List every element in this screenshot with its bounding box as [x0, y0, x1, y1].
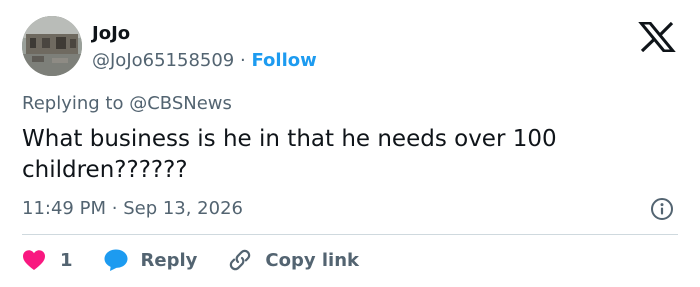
avatar[interactable] [22, 16, 82, 76]
timestamp-separator: · [111, 198, 118, 219]
handle-separator: · [240, 50, 246, 71]
reply-context: Replying to @CBSNews [22, 92, 232, 116]
follow-button[interactable]: Follow [251, 50, 316, 71]
tweet-date: Sep 13, 2026 [123, 198, 243, 219]
divider [22, 234, 678, 235]
link-icon [227, 247, 253, 273]
copy-link-button[interactable]: Copy link [227, 247, 359, 273]
reply-label: Reply [140, 249, 198, 271]
action-bar: 1 Reply Copy link [22, 245, 359, 275]
avatar-image [22, 16, 82, 76]
reply-button[interactable]: Reply [103, 248, 198, 272]
author-handle[interactable]: @JoJo65158509 [92, 50, 234, 71]
copy-link-label: Copy link [265, 249, 359, 271]
like-button[interactable]: 1 [22, 249, 73, 271]
tweet-timestamp[interactable]: 11:49 PM · Sep 13, 2026 [22, 196, 243, 222]
info-icon[interactable] [650, 197, 674, 221]
like-count: 1 [60, 249, 73, 271]
reply-bubble-icon [103, 248, 129, 272]
tweet-time: 11:49 PM [22, 198, 106, 219]
x-logo-icon[interactable] [637, 21, 677, 53]
tweet-text: What business is he in that he needs ove… [22, 126, 557, 183]
author-display-name[interactable]: JoJo [92, 22, 317, 46]
author-handle-row: @JoJo65158509 · Follow [92, 48, 317, 74]
reply-context-prefix: Replying to [22, 93, 124, 114]
author-block: JoJo @JoJo65158509 · Follow [92, 22, 317, 74]
reply-context-mention[interactable]: @CBSNews [129, 93, 232, 114]
heart-icon [22, 249, 46, 271]
